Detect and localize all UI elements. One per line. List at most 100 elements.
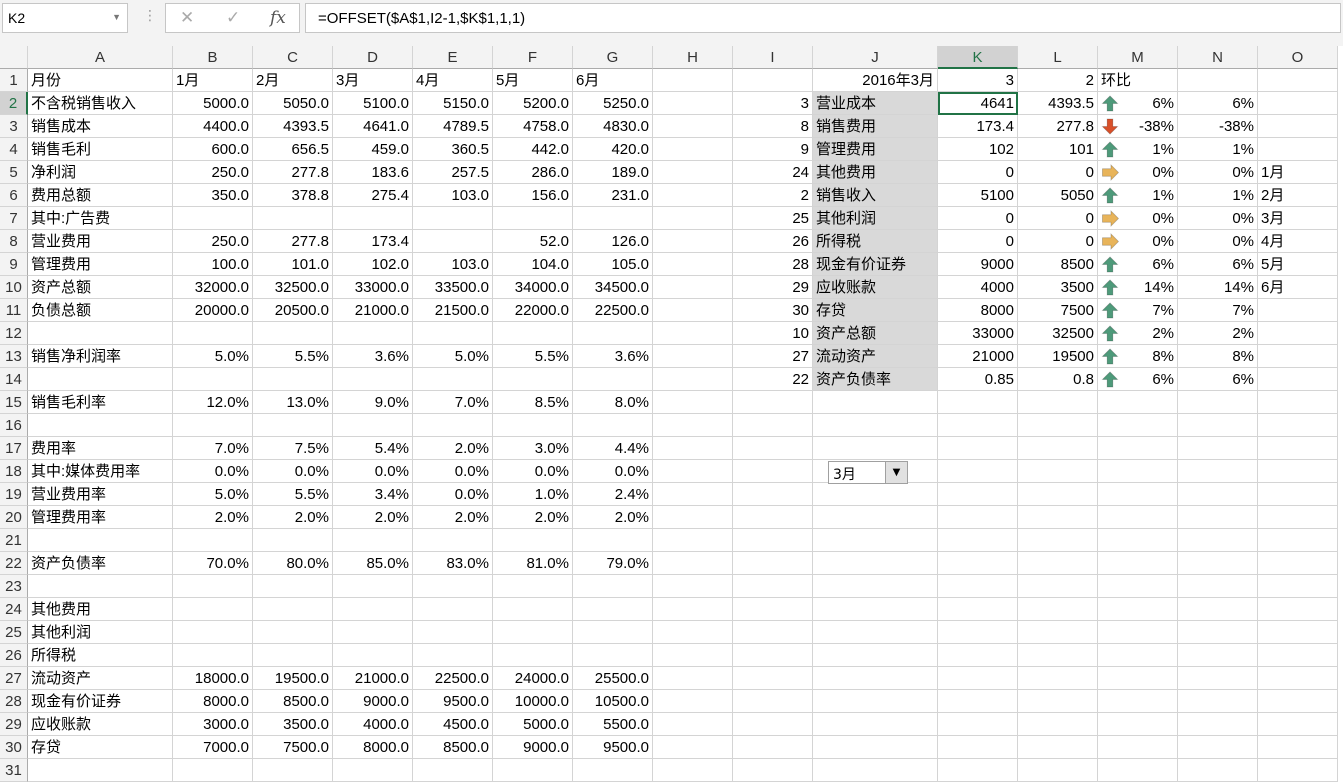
cell-F22[interactable]: 81.0% <box>493 552 573 575</box>
cell-D16[interactable] <box>333 414 413 437</box>
cell-A29[interactable]: 应收账款 <box>28 713 173 736</box>
cell-O18[interactable] <box>1258 460 1338 483</box>
cell-L6[interactable]: 5050 <box>1018 184 1098 207</box>
cell-H18[interactable] <box>653 460 733 483</box>
cell-F21[interactable] <box>493 529 573 552</box>
cell-M10[interactable]: 14% <box>1098 276 1178 299</box>
cell-O26[interactable] <box>1258 644 1338 667</box>
cell-E12[interactable] <box>413 322 493 345</box>
cell-O23[interactable] <box>1258 575 1338 598</box>
cell-A24[interactable]: 其他费用 <box>28 598 173 621</box>
cell-N30[interactable] <box>1178 736 1258 759</box>
row-header-7[interactable]: 7 <box>0 207 28 230</box>
cell-K23[interactable] <box>938 575 1018 598</box>
cell-L27[interactable] <box>1018 667 1098 690</box>
cell-E23[interactable] <box>413 575 493 598</box>
cell-A31[interactable] <box>28 759 173 782</box>
cell-G16[interactable] <box>573 414 653 437</box>
column-header-L[interactable]: L <box>1018 46 1098 69</box>
cell-B5[interactable]: 250.0 <box>173 161 253 184</box>
cell-J1[interactable]: 2016年3月 <box>813 69 938 92</box>
cell-B9[interactable]: 100.0 <box>173 253 253 276</box>
cell-H22[interactable] <box>653 552 733 575</box>
cell-L10[interactable]: 3500 <box>1018 276 1098 299</box>
cell-C1[interactable]: 2月 <box>253 69 333 92</box>
cell-B24[interactable] <box>173 598 253 621</box>
cell-H14[interactable] <box>653 368 733 391</box>
cell-H9[interactable] <box>653 253 733 276</box>
cell-E7[interactable] <box>413 207 493 230</box>
cell-J9[interactable]: 现金有价证券 <box>813 253 938 276</box>
cell-O31[interactable] <box>1258 759 1338 782</box>
cell-N23[interactable] <box>1178 575 1258 598</box>
cell-B7[interactable] <box>173 207 253 230</box>
formula-input[interactable]: =OFFSET($A$1,I2-1,$K$1,1,1) <box>305 3 1341 33</box>
row-header-15[interactable]: 15 <box>0 391 28 414</box>
cell-D21[interactable] <box>333 529 413 552</box>
cell-F28[interactable]: 10000.0 <box>493 690 573 713</box>
cell-F4[interactable]: 442.0 <box>493 138 573 161</box>
enter-icon[interactable]: ✓ <box>226 8 240 28</box>
cell-G10[interactable]: 34500.0 <box>573 276 653 299</box>
cell-C24[interactable] <box>253 598 333 621</box>
cell-M25[interactable] <box>1098 621 1178 644</box>
cell-D19[interactable]: 3.4% <box>333 483 413 506</box>
cell-F10[interactable]: 34000.0 <box>493 276 573 299</box>
cell-O2[interactable] <box>1258 92 1338 115</box>
name-box[interactable]: K2 ▼ <box>2 3 128 33</box>
cell-E10[interactable]: 33500.0 <box>413 276 493 299</box>
cell-F29[interactable]: 5000.0 <box>493 713 573 736</box>
cell-J26[interactable] <box>813 644 938 667</box>
cell-E24[interactable] <box>413 598 493 621</box>
cell-A3[interactable]: 销售成本 <box>28 115 173 138</box>
cell-D23[interactable] <box>333 575 413 598</box>
cell-F19[interactable]: 1.0% <box>493 483 573 506</box>
cell-O15[interactable] <box>1258 391 1338 414</box>
cell-K25[interactable] <box>938 621 1018 644</box>
row-header-8[interactable]: 8 <box>0 230 28 253</box>
cell-N12[interactable]: 2% <box>1178 322 1258 345</box>
cell-M1[interactable]: 环比 <box>1098 69 1178 92</box>
cell-C2[interactable]: 5050.0 <box>253 92 333 115</box>
cell-K22[interactable] <box>938 552 1018 575</box>
cell-I28[interactable] <box>733 690 813 713</box>
column-header-A[interactable]: A <box>28 46 173 69</box>
cell-F24[interactable] <box>493 598 573 621</box>
cell-K16[interactable] <box>938 414 1018 437</box>
cell-O27[interactable] <box>1258 667 1338 690</box>
cell-B16[interactable] <box>173 414 253 437</box>
cell-O3[interactable] <box>1258 115 1338 138</box>
cell-J16[interactable] <box>813 414 938 437</box>
cell-F8[interactable]: 52.0 <box>493 230 573 253</box>
cell-L28[interactable] <box>1018 690 1098 713</box>
cell-C10[interactable]: 32500.0 <box>253 276 333 299</box>
cell-O30[interactable] <box>1258 736 1338 759</box>
cell-M5[interactable]: 0% <box>1098 161 1178 184</box>
cell-J21[interactable] <box>813 529 938 552</box>
cell-B29[interactable]: 3000.0 <box>173 713 253 736</box>
cell-I4[interactable]: 9 <box>733 138 813 161</box>
cell-H8[interactable] <box>653 230 733 253</box>
cell-F15[interactable]: 8.5% <box>493 391 573 414</box>
cell-N22[interactable] <box>1178 552 1258 575</box>
cell-K17[interactable] <box>938 437 1018 460</box>
cell-G29[interactable]: 5500.0 <box>573 713 653 736</box>
cell-D2[interactable]: 5100.0 <box>333 92 413 115</box>
cell-G19[interactable]: 2.4% <box>573 483 653 506</box>
cell-N17[interactable] <box>1178 437 1258 460</box>
cell-M11[interactable]: 7% <box>1098 299 1178 322</box>
cell-M13[interactable]: 8% <box>1098 345 1178 368</box>
cell-M22[interactable] <box>1098 552 1178 575</box>
cell-D5[interactable]: 183.6 <box>333 161 413 184</box>
cell-K3[interactable]: 173.4 <box>938 115 1018 138</box>
cell-O6[interactable]: 2月 <box>1258 184 1338 207</box>
cell-E19[interactable]: 0.0% <box>413 483 493 506</box>
cell-B19[interactable]: 5.0% <box>173 483 253 506</box>
cell-G4[interactable]: 420.0 <box>573 138 653 161</box>
cell-A22[interactable]: 资产负债率 <box>28 552 173 575</box>
cell-K30[interactable] <box>938 736 1018 759</box>
cell-I22[interactable] <box>733 552 813 575</box>
cell-I23[interactable] <box>733 575 813 598</box>
cell-I27[interactable] <box>733 667 813 690</box>
cell-J29[interactable] <box>813 713 938 736</box>
